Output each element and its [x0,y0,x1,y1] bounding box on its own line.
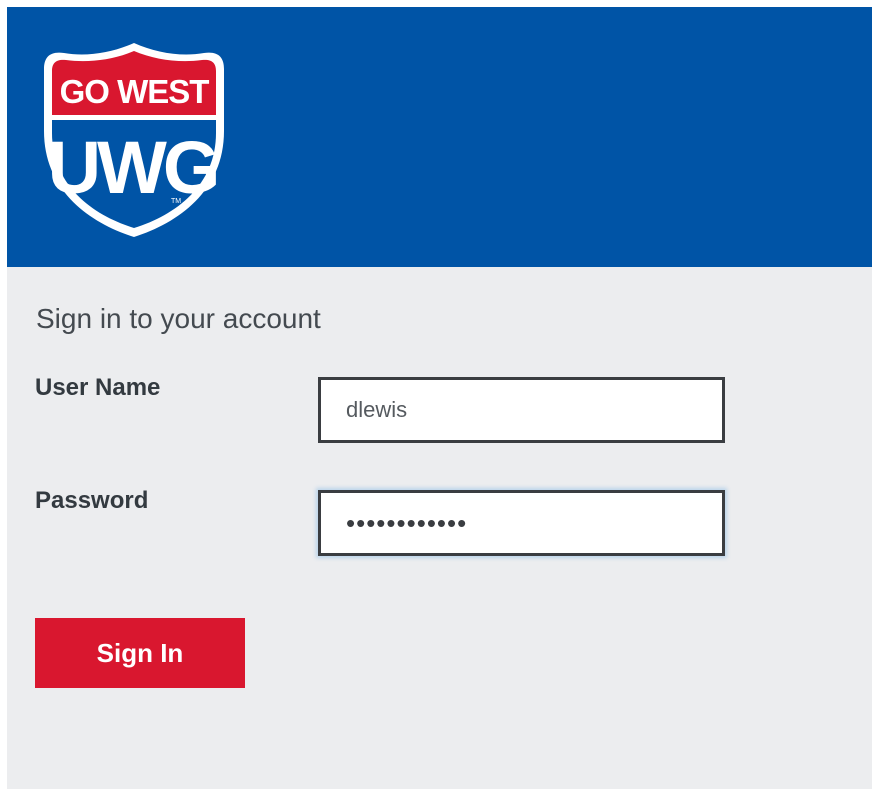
logo-bottom-text: UWG [48,126,217,209]
page-title: Sign in to your account [36,303,321,334]
login-page: GO WEST UWG TM Sign in to your account U… [7,7,872,789]
logo-top-text: GO WEST [60,73,210,110]
uwg-shield-icon: GO WEST UWG TM [44,43,224,237]
username-input[interactable] [321,380,722,440]
sign-in-button[interactable]: Sign In [35,618,245,688]
password-input[interactable] [321,493,722,553]
header-banner: GO WEST UWG TM [7,7,872,267]
username-label: User Name [35,374,161,401]
username-field-box [318,377,725,443]
uwg-logo: GO WEST UWG TM [40,41,228,239]
password-field-box [318,490,725,556]
logo-trademark: TM [171,198,181,205]
password-label: Password [35,487,149,514]
